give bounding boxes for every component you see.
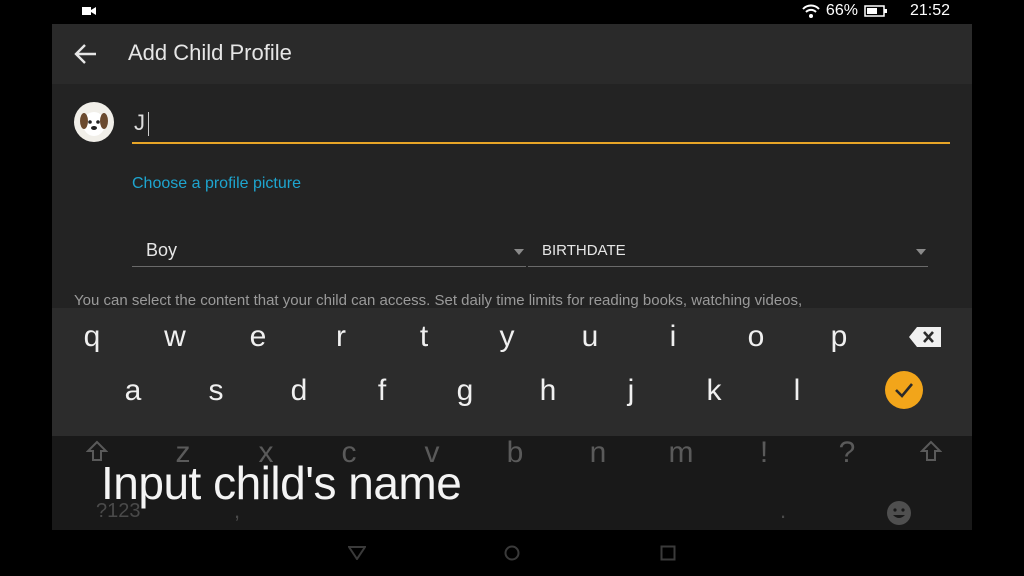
gender-value: Boy	[146, 240, 178, 260]
on-screen-keyboard: q w e r t y u i o p a s d f g h j k l	[52, 308, 972, 436]
key-q[interactable]: q	[72, 320, 112, 354]
birthdate-dropdown[interactable]: BIRTHDATE	[528, 234, 928, 267]
key-d[interactable]: d	[279, 374, 319, 408]
back-arrow-icon[interactable]	[72, 40, 100, 68]
key-i[interactable]: i	[653, 320, 693, 354]
wifi-icon	[802, 4, 820, 18]
puppy-avatar-icon	[80, 112, 108, 136]
key-k[interactable]: k	[694, 374, 734, 408]
key-j[interactable]: j	[611, 374, 651, 408]
key-p[interactable]: p	[819, 320, 859, 354]
key-e[interactable]: e	[238, 320, 278, 354]
profile-avatar[interactable]	[74, 102, 114, 142]
key-y[interactable]: y	[487, 320, 527, 354]
checkmark-icon	[895, 383, 913, 398]
key-f[interactable]: f	[362, 374, 402, 408]
key-question[interactable]: ?	[827, 436, 867, 470]
backspace-icon[interactable]	[908, 326, 942, 348]
nav-recents-icon[interactable]	[660, 545, 676, 561]
app-screen: Add Child Profile J Choose a profile pic…	[52, 24, 972, 530]
gender-dropdown[interactable]: Boy	[132, 234, 526, 267]
child-name-input[interactable]: J	[132, 106, 950, 144]
key-n[interactable]: n	[578, 436, 618, 470]
clock: 21:52	[909, 2, 950, 19]
info-text: You can select the content that your chi…	[74, 292, 803, 309]
key-r[interactable]: r	[321, 320, 361, 354]
key-w[interactable]: w	[155, 320, 195, 354]
key-a[interactable]: a	[113, 374, 153, 408]
navigation-bar	[0, 530, 1024, 576]
tutorial-caption: Input child's name	[101, 457, 462, 509]
key-l[interactable]: l	[777, 374, 817, 408]
dropdown-arrow-icon	[514, 249, 524, 255]
nav-back-icon[interactable]	[348, 546, 366, 560]
key-u[interactable]: u	[570, 320, 610, 354]
battery-percent: 66%	[825, 2, 858, 19]
app-bar: Add Child Profile	[52, 24, 972, 84]
key-m[interactable]: m	[661, 436, 701, 470]
dropdown-arrow-icon	[916, 249, 926, 255]
key-h[interactable]: h	[528, 374, 568, 408]
key-o[interactable]: o	[736, 320, 776, 354]
page-title: Add Child Profile	[128, 40, 292, 65]
key-s[interactable]: s	[196, 374, 236, 408]
key-b[interactable]: b	[495, 436, 535, 470]
key-g[interactable]: g	[445, 374, 485, 408]
nav-home-icon[interactable]	[504, 545, 520, 561]
shift-right-icon[interactable]	[920, 440, 942, 462]
done-button[interactable]	[885, 371, 923, 409]
choose-profile-picture-link[interactable]: Choose a profile picture	[132, 175, 301, 193]
child-name-value: J	[134, 110, 145, 135]
text-cursor	[148, 112, 149, 136]
status-bar: 66% 21:52	[0, 0, 1024, 24]
birthdate-value: BIRTHDATE	[542, 242, 626, 259]
video-camera-icon	[82, 7, 96, 15]
key-t[interactable]: t	[404, 320, 444, 354]
key-period[interactable]: .	[780, 498, 786, 524]
key-exclamation[interactable]: !	[744, 436, 784, 470]
emoji-icon[interactable]	[886, 500, 912, 526]
battery-icon	[864, 5, 887, 17]
